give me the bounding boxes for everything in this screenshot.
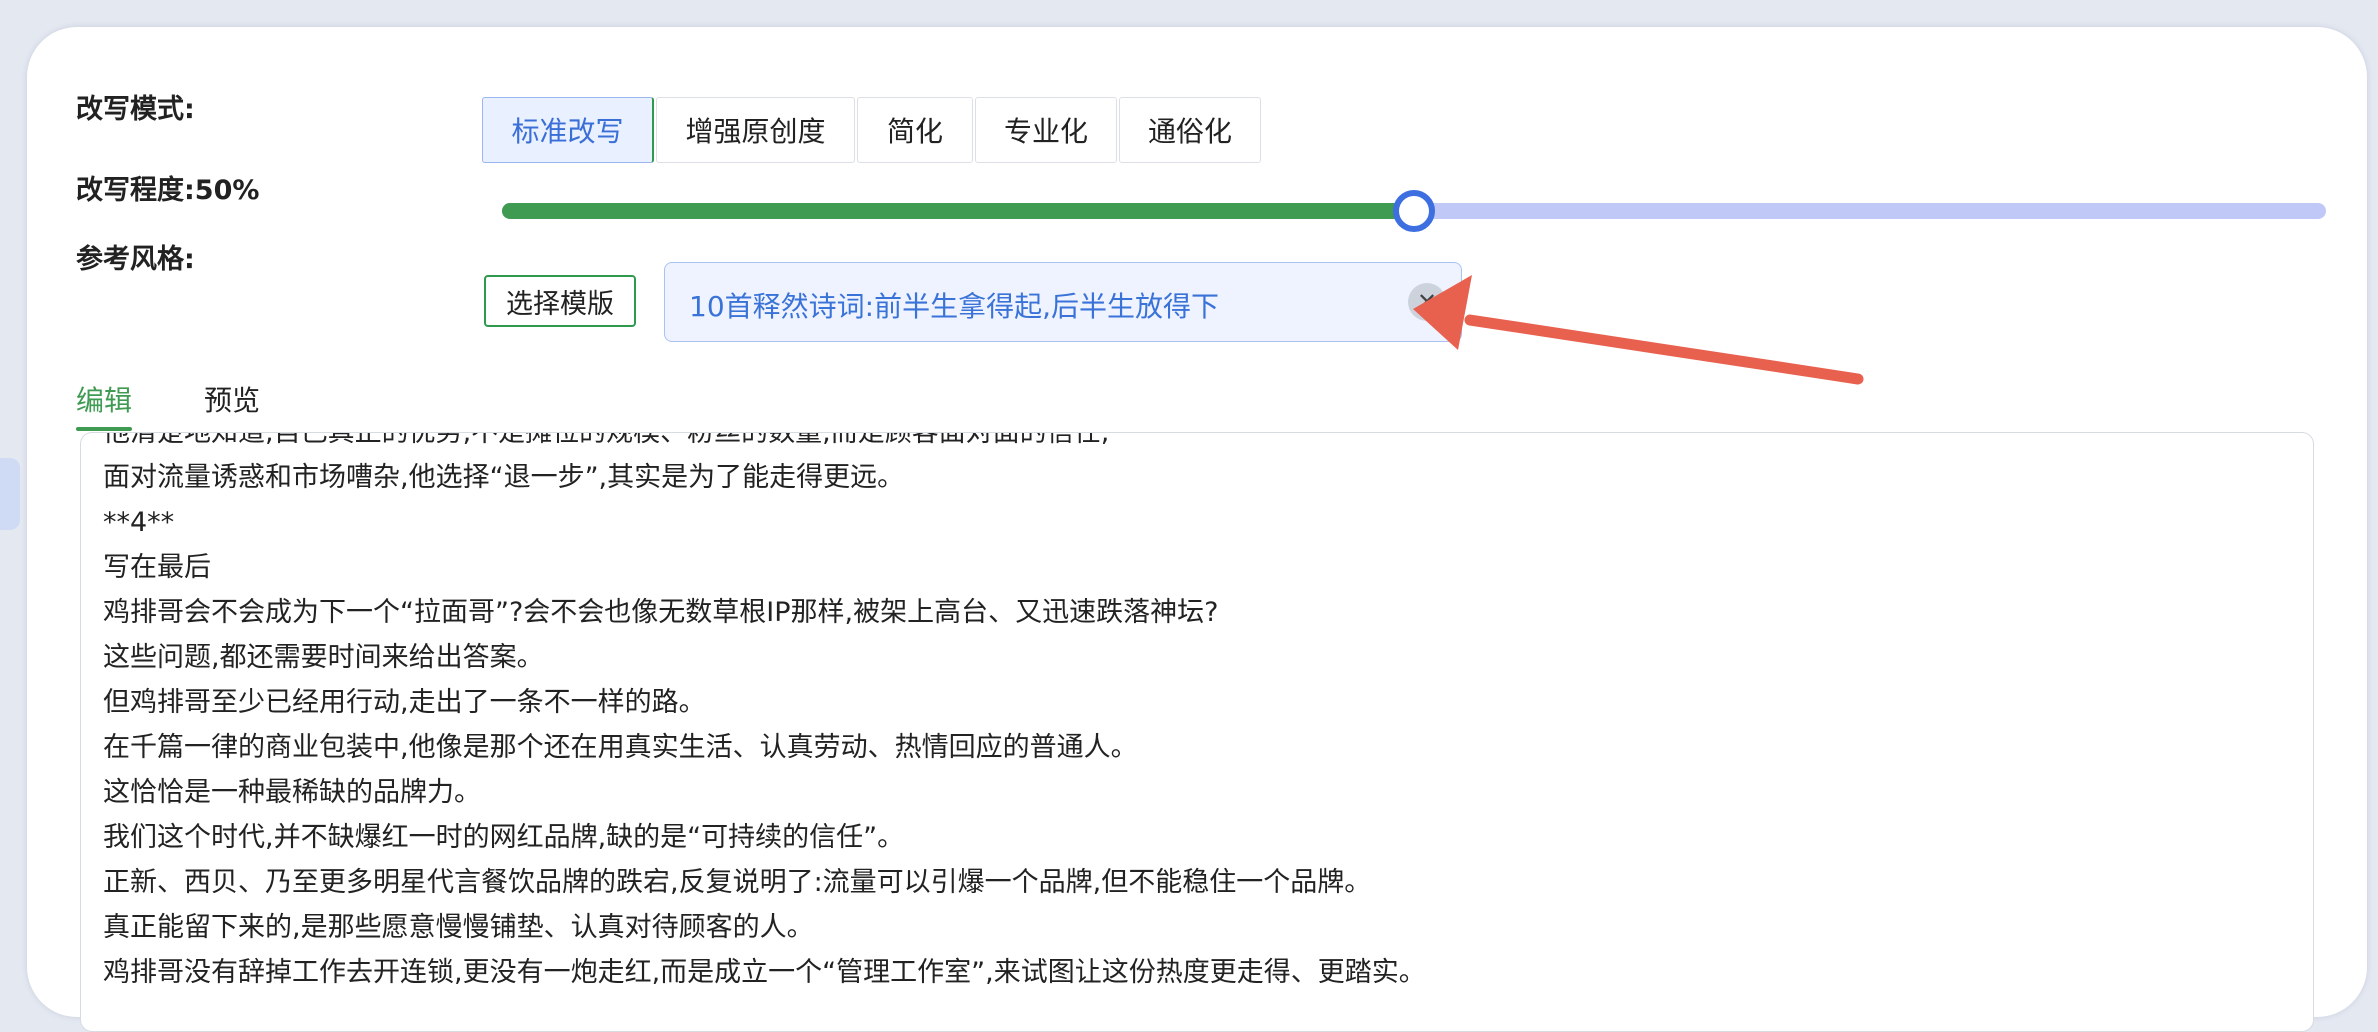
side-panel-edge (0, 458, 20, 530)
mode-button-plain[interactable]: 通俗化 (1119, 97, 1261, 163)
mode-button-originality[interactable]: 增强原创度 (656, 97, 855, 163)
rewrite-mode-group: 标准改写 增强原创度 简化 专业化 通俗化 (482, 97, 1263, 163)
slider-thumb[interactable] (1393, 190, 1435, 232)
clear-template-button[interactable]: ✕ (1408, 283, 1446, 321)
rewrite-mode-label: 改写模式: (76, 94, 195, 125)
mode-button-simplify[interactable]: 简化 (857, 97, 973, 163)
editor-line: 写在最后 (103, 552, 211, 583)
editor-line: 我们这个时代,并不缺爆红一时的网红品牌,缺的是“可持续的信任”。 (103, 822, 905, 853)
reference-style-label: 参考风格: (76, 244, 195, 275)
mode-button-standard[interactable]: 标准改写 (482, 97, 654, 163)
select-template-button[interactable]: 选择模版 (484, 275, 636, 327)
editor-line: 这些问题,都还需要时间来给出答案。 (103, 642, 544, 673)
editor-content: 他清楚地知道,自己真正的优势,不是摊位的规模、粉丝的数量,而是顾客面对面的信任,… (103, 432, 1426, 995)
editor-line: 真正能留下来的,是那些愿意慢慢铺垫、认真对待顾客的人。 (103, 912, 814, 943)
selected-template-title: 10首释然诗词:前半生拿得起,后半生放得下 (689, 290, 1219, 323)
editor-line: 这恰恰是一种最稀缺的品牌力。 (103, 777, 481, 808)
editor-line: 他清楚地知道,自己真正的优势,不是摊位的规模、粉丝的数量,而是顾客面对面的信任, (103, 432, 1110, 448)
editor-line: 面对流量诱惑和市场嘈杂,他选择“退一步”,其实是为了能走得更远。 (103, 462, 905, 493)
editor-line: 但鸡排哥至少已经用行动,走出了一条不一样的路。 (103, 687, 706, 718)
editor-line: 在千篇一律的商业包装中,他像是那个还在用真实生活、认真劳动、热情回应的普通人。 (103, 732, 1138, 763)
mode-button-professional[interactable]: 专业化 (975, 97, 1117, 163)
slider-fill (502, 203, 1414, 219)
tab-preview[interactable]: 预览 (204, 379, 260, 419)
rewrite-degree-label: 改写程度:50% (76, 175, 260, 206)
editor-textarea[interactable]: 他清楚地知道,自己真正的优势,不是摊位的规模、粉丝的数量,而是顾客面对面的信任,… (80, 432, 2314, 1032)
editor-line: **4** (103, 507, 175, 538)
selected-template-chip: 10首释然诗词:前半生拿得起,后半生放得下 ✕ (664, 262, 1462, 342)
editor-line: 正新、西贝、乃至更多明星代言餐饮品牌的跌宕,反复说明了:流量可以引爆一个品牌,但… (103, 867, 1372, 898)
close-icon: ✕ (1416, 288, 1438, 316)
tab-edit[interactable]: 编辑 (76, 379, 132, 419)
rewrite-degree-slider[interactable] (502, 190, 2326, 232)
editor-line: 鸡排哥会不会成为下一个“拉面哥”?会不会也像无数草根IP那样,被架上高台、又迅速… (103, 597, 1219, 628)
active-tab-indicator (76, 427, 132, 431)
editor-line: 鸡排哥没有辞掉工作去开连锁,更没有一炮走红,而是成立一个“管理工作室”,来试图让… (103, 957, 1426, 988)
